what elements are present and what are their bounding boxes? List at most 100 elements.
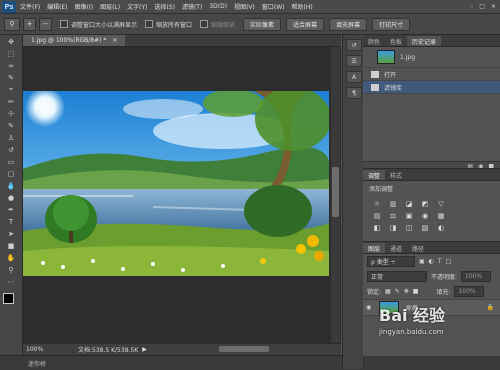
tab-paths[interactable]: 路径 [407, 243, 429, 253]
maximize-icon[interactable]: □ [479, 3, 485, 10]
eraser-tool-icon[interactable]: ▭ [2, 156, 20, 167]
clone-stamp-tool-icon[interactable]: ♙ [2, 132, 20, 143]
filter-adjust-icon[interactable]: ◐ [429, 258, 434, 265]
canvas-area[interactable] [23, 47, 341, 343]
foreground-color-swatch[interactable] [3, 293, 14, 304]
menu-type[interactable]: 文字(Y) [127, 2, 147, 11]
zoom-in-icon[interactable]: + [23, 17, 36, 31]
checkbox-icon[interactable] [200, 20, 209, 28]
pen-tool-icon[interactable]: ✒ [2, 204, 20, 215]
blend-mode-select[interactable]: 正常 [367, 271, 427, 282]
checkbox-icon[interactable] [145, 20, 154, 28]
history-panel-icon[interactable]: ↺ [346, 39, 362, 51]
close-icon[interactable]: ✕ [491, 3, 496, 10]
layer-filter-select[interactable]: ρ 类型 ÷ [367, 256, 415, 267]
lock-brush-icon[interactable]: ✎ [395, 288, 400, 295]
filter-type-icon[interactable]: T [438, 258, 442, 265]
zoom-level[interactable]: 100% [26, 346, 48, 353]
character-panel-icon[interactable]: A [346, 71, 362, 83]
lock-move-icon[interactable]: ✥ [404, 288, 409, 295]
history-brush-tool-icon[interactable]: ↺ [2, 144, 20, 155]
selective-color-icon[interactable]: ◐ [435, 223, 447, 233]
hue-saturation-icon[interactable]: ▤ [371, 211, 383, 221]
history-source-icon[interactable] [367, 52, 377, 62]
scrubby-zoom-checkbox[interactable]: 细微缩放 [200, 20, 235, 29]
curves-icon[interactable]: ◪ [403, 199, 415, 209]
menu-file[interactable]: 文件(F) [20, 2, 40, 11]
document-tab[interactable]: 1.jpg @ 100%(RGB/8#) * × [23, 35, 126, 46]
tab-channels[interactable]: 通道 [385, 243, 407, 253]
fit-screen-button[interactable]: 适合屏幕 [286, 17, 325, 31]
posterize-icon[interactable]: ◨ [387, 223, 399, 233]
history-snapshot[interactable]: 1.jpg [363, 47, 500, 68]
artwork-image[interactable] [23, 91, 329, 276]
move-tool-icon[interactable]: ✥ [2, 36, 20, 47]
menu-image[interactable]: 图像(I) [75, 2, 93, 11]
lasso-tool-icon[interactable]: ∞ [2, 60, 20, 71]
gradient-map-icon[interactable]: ▨ [419, 223, 431, 233]
properties-panel-icon[interactable]: ☰ [346, 55, 362, 67]
filter-shape-icon[interactable]: □ [446, 258, 452, 265]
zoom-all-windows-checkbox[interactable]: 缩放所有窗口 [145, 20, 192, 29]
menu-filter[interactable]: 滤镜(T) [182, 2, 202, 11]
tab-history[interactable]: 历史记录 [407, 36, 442, 46]
photo-filter-icon[interactable]: ◉ [419, 211, 431, 221]
color-swatches[interactable] [0, 291, 22, 317]
blur-tool-icon[interactable]: 💧 [2, 180, 20, 191]
zoom-tool-icon[interactable]: ⚲ [4, 17, 20, 31]
tab-swatches[interactable]: 色板 [385, 36, 407, 46]
history-item-open[interactable]: 打开 [363, 68, 500, 81]
horizontal-scroll-thumb[interactable] [219, 346, 269, 352]
eyedropper-tool-icon[interactable]: ✏ [2, 96, 20, 107]
fill-screen-button[interactable]: 填充屏幕 [329, 17, 368, 31]
menu-window[interactable]: 窗口(W) [262, 2, 285, 11]
lock-all-icon[interactable]: ■ [413, 288, 419, 295]
hand-tool-icon[interactable]: ✋ [2, 252, 20, 263]
info-arrow-icon[interactable]: ▶ [142, 346, 147, 353]
quick-select-tool-icon[interactable]: ✎ [2, 72, 20, 83]
dodge-tool-icon[interactable]: ● [2, 192, 20, 203]
opacity-field[interactable]: 100% [461, 271, 492, 282]
resize-windows-checkbox[interactable]: 调整窗口大小以满屏显示 [60, 20, 137, 29]
menu-3d[interactable]: 3D(D) [209, 3, 227, 10]
tab-layers[interactable]: 图层 [363, 243, 386, 253]
lock-transparent-icon[interactable]: ▦ [385, 288, 391, 295]
mini-bridge-tab[interactable]: 迷你桥 [28, 359, 46, 368]
menu-layer[interactable]: 图层(L) [100, 2, 120, 11]
exposure-icon[interactable]: ◩ [419, 199, 431, 209]
shape-tool-icon[interactable]: ■ [2, 240, 20, 251]
vibrance-icon[interactable]: ▽ [435, 199, 447, 209]
tab-styles[interactable]: 样式 [385, 170, 407, 180]
color-balance-icon[interactable]: ⚖ [387, 211, 399, 221]
tab-adjustments[interactable]: 调整 [363, 170, 386, 180]
vertical-scroll-thumb[interactable] [332, 167, 339, 217]
tab-color[interactable]: 颜色 [363, 36, 385, 46]
levels-icon[interactable]: ▥ [387, 199, 399, 209]
history-item-filter-gallery[interactable]: 滤镜库 [363, 81, 500, 94]
paragraph-panel-icon[interactable]: ¶ [346, 87, 362, 99]
brightness-contrast-icon[interactable]: ☼ [371, 199, 383, 209]
menu-select[interactable]: 选择(S) [154, 2, 175, 11]
extra-tools-icon[interactable]: ⋯ [2, 276, 20, 287]
menu-help[interactable]: 帮助(H) [292, 2, 313, 11]
marquee-tool-icon[interactable]: ⬚ [2, 48, 20, 59]
filter-pixel-icon[interactable]: ▣ [419, 258, 425, 265]
print-size-button[interactable]: 打印尺寸 [372, 17, 411, 31]
type-tool-icon[interactable]: T [2, 216, 20, 227]
threshold-icon[interactable]: ◫ [403, 223, 415, 233]
fill-field[interactable]: 100% [454, 286, 485, 297]
minimize-icon[interactable]: – [470, 3, 473, 10]
black-white-icon[interactable]: ▣ [403, 211, 415, 221]
checkbox-icon[interactable] [60, 20, 68, 28]
gradient-tool-icon[interactable]: ▢ [2, 168, 20, 179]
invert-icon[interactable]: ◧ [371, 223, 383, 233]
tab-close-icon[interactable]: × [112, 37, 117, 44]
channel-mixer-icon[interactable]: ▦ [435, 211, 447, 221]
visibility-eye-icon[interactable]: ◉ [366, 304, 376, 311]
menu-edit[interactable]: 编辑(E) [47, 2, 67, 11]
actual-pixels-button[interactable]: 实际像素 [243, 17, 282, 31]
healing-brush-tool-icon[interactable]: ☩ [2, 108, 20, 119]
zoom-tool-icon[interactable]: ⚲ [2, 264, 20, 275]
crop-tool-icon[interactable]: ⌖ [2, 84, 20, 95]
brush-tool-icon[interactable]: ✎ [2, 120, 20, 131]
